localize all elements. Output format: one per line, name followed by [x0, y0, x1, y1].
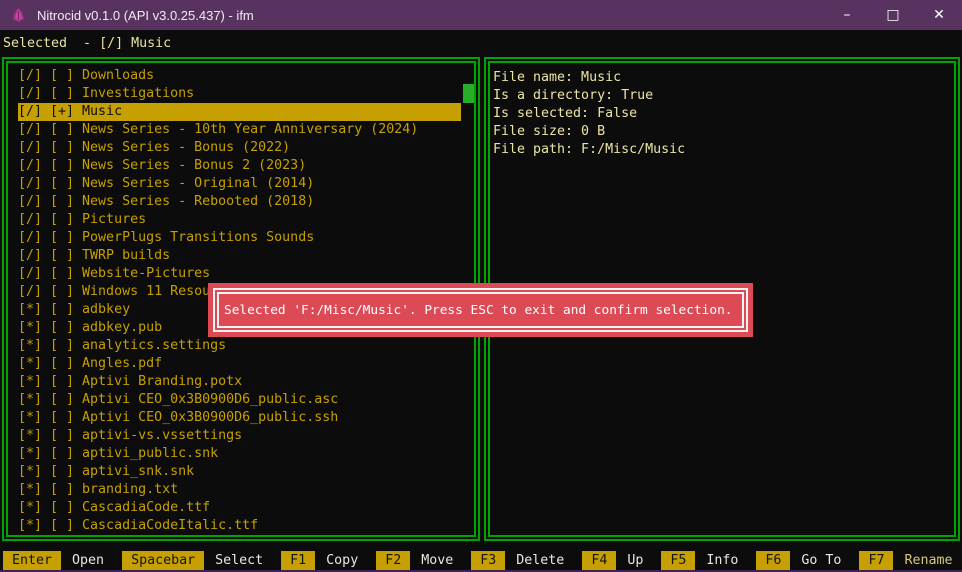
list-item[interactable]: [*] [ ] Aptivi CEO_0x3B0900D6_public.asc — [18, 391, 461, 409]
key-action-label: Go To — [801, 553, 841, 568]
list-item[interactable]: [*] [ ] Angles.pdf — [18, 355, 461, 373]
scrollbar-thumb[interactable] — [463, 84, 474, 103]
key-action-label: Open — [72, 553, 104, 568]
keybar-item[interactable]: Enter Open — [3, 551, 104, 570]
list-item[interactable]: [*] [ ] branding.txt — [18, 481, 461, 499]
list-item[interactable]: [/] [ ] News Series - 10th Year Annivers… — [18, 121, 461, 139]
list-item[interactable]: [/] [ ] News Series - Original (2014) — [18, 175, 461, 193]
key-action-label: Info — [706, 553, 738, 568]
key-action-label: Delete — [516, 553, 564, 568]
selection-status: Selected - [/] Music — [0, 30, 962, 57]
list-item[interactable]: [*] [ ] CascadiaCode.ttf — [18, 499, 461, 517]
maximize-button[interactable]: □ — [870, 0, 916, 30]
list-item[interactable]: [/] [ ] PowerPlugs Transitions Sounds — [18, 229, 461, 247]
key-badge[interactable]: F7 — [859, 551, 893, 570]
list-item[interactable]: [*] [ ] Aptivi Branding.potx — [18, 373, 461, 391]
list-item[interactable]: [*] [ ] Aptivi CEO_0x3B0900D6_public.ssh — [18, 409, 461, 427]
keybar-item[interactable]: F2 Move — [376, 551, 453, 570]
key-badge[interactable]: F3 — [471, 551, 505, 570]
list-item[interactable]: [/] [ ] News Series - Bonus (2022) — [18, 139, 461, 157]
minimize-button[interactable]: – — [824, 0, 870, 30]
window-controls: – □ ✕ — [824, 0, 962, 30]
key-action-label: Select — [215, 553, 263, 568]
keybar-item[interactable]: F7 Rename — [859, 551, 952, 570]
key-action-label: Copy — [326, 553, 358, 568]
list-item[interactable]: [/] [ ] Downloads — [18, 67, 461, 85]
list-item[interactable]: [/] [ ] News Series - Rebooted (2018) — [18, 193, 461, 211]
close-button[interactable]: ✕ — [916, 0, 962, 30]
key-action-label: Move — [421, 553, 453, 568]
key-badge[interactable]: F6 — [756, 551, 790, 570]
keybar-item[interactable]: Spacebar Select — [122, 551, 263, 570]
list-item[interactable]: [/] [ ] Website-Pictures — [18, 265, 461, 283]
nitrocid-logo-icon — [10, 7, 27, 23]
list-item[interactable]: [/] [ ] News Series - Bonus 2 (2023) — [18, 157, 461, 175]
file-info-line: File path: F:/Misc/Music — [493, 141, 954, 159]
list-item[interactable]: [*] [ ] aptivi_public.snk — [18, 445, 461, 463]
title-bar: Nitrocid v0.1.0 (API v3.0.25.437) - ifm … — [0, 0, 962, 30]
window-title: Nitrocid v0.1.0 (API v3.0.25.437) - ifm — [37, 8, 254, 23]
keybar-item[interactable]: F4 Up — [582, 551, 643, 570]
keybar-item[interactable]: F6 Go To — [756, 551, 841, 570]
file-info: File name: MusicIs a directory: TrueIs s… — [490, 63, 954, 159]
file-info-line: Is a directory: True — [493, 87, 954, 105]
key-badge[interactable]: Spacebar — [122, 551, 204, 570]
list-item[interactable]: [/] [ ] Investigations — [18, 85, 461, 103]
list-item[interactable]: [/] [ ] TWRP builds — [18, 247, 461, 265]
key-action-label: Up — [627, 553, 643, 568]
key-badge[interactable]: F2 — [376, 551, 410, 570]
key-badge[interactable]: F1 — [281, 551, 315, 570]
key-badge[interactable]: F4 — [582, 551, 616, 570]
selection-dialog: Selected 'F:/Misc/Music'. Press ESC to e… — [208, 283, 753, 337]
key-badge[interactable]: Enter — [3, 551, 61, 570]
list-item-selected[interactable]: [/] [+] Music — [18, 103, 461, 121]
list-item[interactable]: [*] [ ] CascadiaCodeItalic.ttf — [18, 517, 461, 535]
keybar-item[interactable]: F5 Info — [661, 551, 738, 570]
list-item[interactable]: [*] [ ] aptivi_snk.snk — [18, 463, 461, 481]
file-info-line: File size: 0 B — [493, 123, 954, 141]
terminal-window: { "window": { "title": "Nitrocid v0.1.0 … — [0, 0, 962, 572]
selection-dialog-border: Selected 'F:/Misc/Music'. Press ESC to e… — [213, 288, 748, 332]
keybar-item[interactable]: F3 Delete — [471, 551, 564, 570]
selection-dialog-message: Selected 'F:/Misc/Music'. Press ESC to e… — [219, 303, 733, 318]
keybar-item[interactable]: F1 Copy — [281, 551, 358, 570]
file-info-line: Is selected: False — [493, 105, 954, 123]
list-item[interactable]: [*] [ ] aptivi-vs.vssettings — [18, 427, 461, 445]
list-item[interactable]: [/] [ ] Pictures — [18, 211, 461, 229]
list-item[interactable]: [*] [ ] analytics.settings — [18, 337, 461, 355]
key-badge[interactable]: F5 — [661, 551, 695, 570]
keybar: Enter Open Spacebar Select F1 Copy F2 Move F3 Del… — [0, 551, 962, 570]
key-action-label: Rename — [904, 553, 952, 568]
file-info-line: File name: Music — [493, 69, 954, 87]
